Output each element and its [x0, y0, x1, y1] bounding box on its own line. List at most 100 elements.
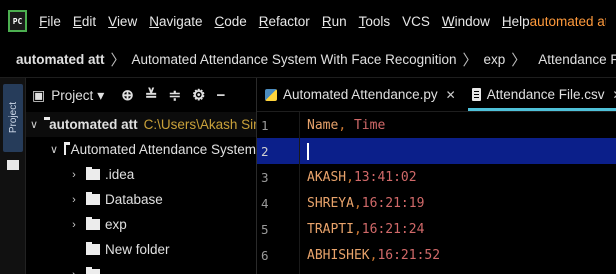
folder-icon [86, 167, 100, 180]
tree-item-label: exp [105, 217, 127, 232]
chevron-down-icon[interactable]: ∨ [50, 143, 58, 156]
breadcrumb-separator-icon: 〉 [462, 52, 478, 69]
chevron-down-icon[interactable]: ▾ [97, 87, 104, 104]
chevron-right-icon[interactable]: › [68, 169, 80, 181]
editor-tab-bar: Automated Attendance.py ✕ Attendance Fil… [257, 78, 616, 112]
csv-field-time: 16:21:19 [361, 195, 425, 211]
breadcrumb: automated att 〉 Automated Attendance Sys… [0, 42, 616, 78]
tab-label: Automated Attendance.py [283, 87, 438, 102]
csv-field-name: ABHISHEK [307, 247, 370, 263]
expand-all-icon[interactable]: ≚ [145, 86, 158, 104]
chevron-right-icon[interactable]: › [68, 269, 80, 274]
tree-root-path: C:\Users\Akash Sin [143, 117, 256, 132]
menu-label: dit [81, 13, 97, 29]
text-caret [307, 142, 309, 160]
code-line[interactable]: 1 Name, Time [257, 112, 616, 138]
folder-icon [86, 192, 100, 205]
close-icon[interactable]: ✕ [613, 88, 616, 102]
menu-label: avigate [158, 13, 203, 29]
breadcrumb-folder[interactable]: Automated Attendance System With Face Re… [132, 52, 457, 67]
close-icon[interactable]: ✕ [446, 88, 456, 102]
breadcrumb-subfolder[interactable]: exp [483, 52, 505, 67]
code-editor[interactable]: 1 Name, Time 2 3 AKASH,13:41:02 4 SHREYA… [257, 112, 616, 274]
project-tool-tab[interactable]: Project [3, 84, 23, 152]
chevron-right-icon[interactable]: › [68, 219, 80, 231]
csv-field-time: 13:41:02 [353, 169, 417, 185]
code-line[interactable]: 6 ABHISHEK,16:21:52 [257, 242, 616, 268]
menu-label: VCS [402, 13, 430, 29]
menu-view[interactable]: View [108, 14, 137, 29]
code-line[interactable]: 5 TRAPTI,16:21:24 [257, 216, 616, 242]
settings-gear-icon[interactable]: ⚙ [192, 86, 205, 104]
project-tool-tab-label: Project [7, 102, 19, 134]
hide-panel-icon[interactable]: − [216, 87, 225, 104]
folder-icon [86, 267, 100, 274]
gutter-separator [299, 112, 300, 274]
tree-row-root[interactable]: ∨ automated att C:\Users\Akash Sin [26, 112, 256, 137]
folder-icon [86, 217, 100, 230]
csv-separator: , [353, 221, 362, 237]
code-line[interactable]: 4 SHREYA,16:21:19 [257, 190, 616, 216]
tree-root-label: automated att [49, 117, 138, 132]
menu-mnemonic: E [72, 13, 82, 29]
csv-separator: , [353, 195, 362, 211]
tab-attendance-file-csv[interactable]: Attendance File.csv ✕ [464, 78, 616, 111]
folder-icon [86, 242, 100, 255]
menu-vcs[interactable]: VCS [402, 14, 430, 29]
csv-field-time: 16:21:24 [361, 221, 425, 237]
menu-bar: PC File Edit View Navigate Code Refactor… [0, 0, 616, 42]
menu-label: un [331, 13, 347, 29]
menu-tools[interactable]: Tools [359, 14, 391, 29]
menu-label: iew [116, 13, 138, 29]
menu-mnemonic: W [441, 13, 455, 29]
code-line[interactable]: 3 AKASH,13:41:02 [257, 164, 616, 190]
tree-row-child[interactable]: ∨ Automated Attendance System [26, 137, 256, 162]
tree-row-partial[interactable]: › [26, 262, 256, 274]
menu-refactor[interactable]: Refactor [259, 14, 310, 29]
tree-item-label: Database [105, 192, 163, 207]
menu-navigate[interactable]: Navigate [149, 14, 202, 29]
csv-field-name: SHREYA [307, 195, 354, 211]
csv-file-icon [471, 88, 481, 101]
project-toolbar: ▣ Project ▾ ⊕ ≚ ≑ ⚙ − [26, 78, 256, 112]
csv-separator: , [346, 169, 354, 185]
menu-edit[interactable]: Edit [73, 14, 96, 29]
breadcrumb-separator-icon: 〉 [511, 52, 527, 69]
chevron-right-icon[interactable]: › [68, 194, 80, 206]
project-view-icon: ▣ [32, 86, 46, 103]
project-panel: ▣ Project ▾ ⊕ ≚ ≑ ⚙ − ∨ automated att C:… [26, 78, 256, 274]
tree-item-label: New folder [105, 242, 170, 257]
breadcrumb-file[interactable]: Attendance File.csv [538, 52, 616, 67]
tab-automated-attendance-py[interactable]: Automated Attendance.py ✕ [257, 78, 464, 111]
menu-run[interactable]: Run [322, 14, 347, 29]
menu-label: elp [511, 13, 530, 29]
menu-window[interactable]: Window [442, 14, 490, 29]
tree-row-exp[interactable]: › exp [26, 212, 256, 237]
menu-mnemonic: V [108, 13, 117, 29]
menu-label: efactor [268, 13, 310, 29]
breadcrumb-root[interactable]: automated att [16, 52, 105, 67]
csv-field-time: 16:21:52 [377, 247, 441, 263]
breadcrumb-separator-icon: 〉 [110, 52, 126, 69]
tree-child-label: Automated Attendance System [70, 142, 256, 157]
tree-row-new-folder[interactable]: New folder [26, 237, 256, 262]
folder-icon[interactable] [7, 160, 19, 170]
menu-label: ode [224, 13, 247, 29]
folder-icon [64, 142, 69, 155]
menu-help[interactable]: Help [502, 14, 530, 29]
csv-field-name: Name [307, 117, 339, 133]
tree-row-database[interactable]: › Database [26, 187, 256, 212]
menu-label: indow [454, 13, 490, 29]
collapse-all-icon[interactable]: ≑ [168, 86, 181, 104]
tree-row-idea[interactable]: › .idea [26, 162, 256, 187]
locate-file-icon[interactable]: ⊕ [121, 86, 134, 104]
tree-item-label: .idea [105, 167, 135, 182]
code-line-current[interactable]: 2 [257, 138, 616, 164]
menu-file[interactable]: File [39, 14, 61, 29]
project-view-select[interactable]: Project [51, 88, 93, 103]
menu-label: ile [47, 13, 61, 29]
chevron-down-icon[interactable]: ∨ [30, 118, 38, 131]
menu-code[interactable]: Code [215, 14, 247, 29]
window-project-title: automated att - [529, 13, 606, 29]
menu-mnemonic: R [258, 13, 269, 29]
